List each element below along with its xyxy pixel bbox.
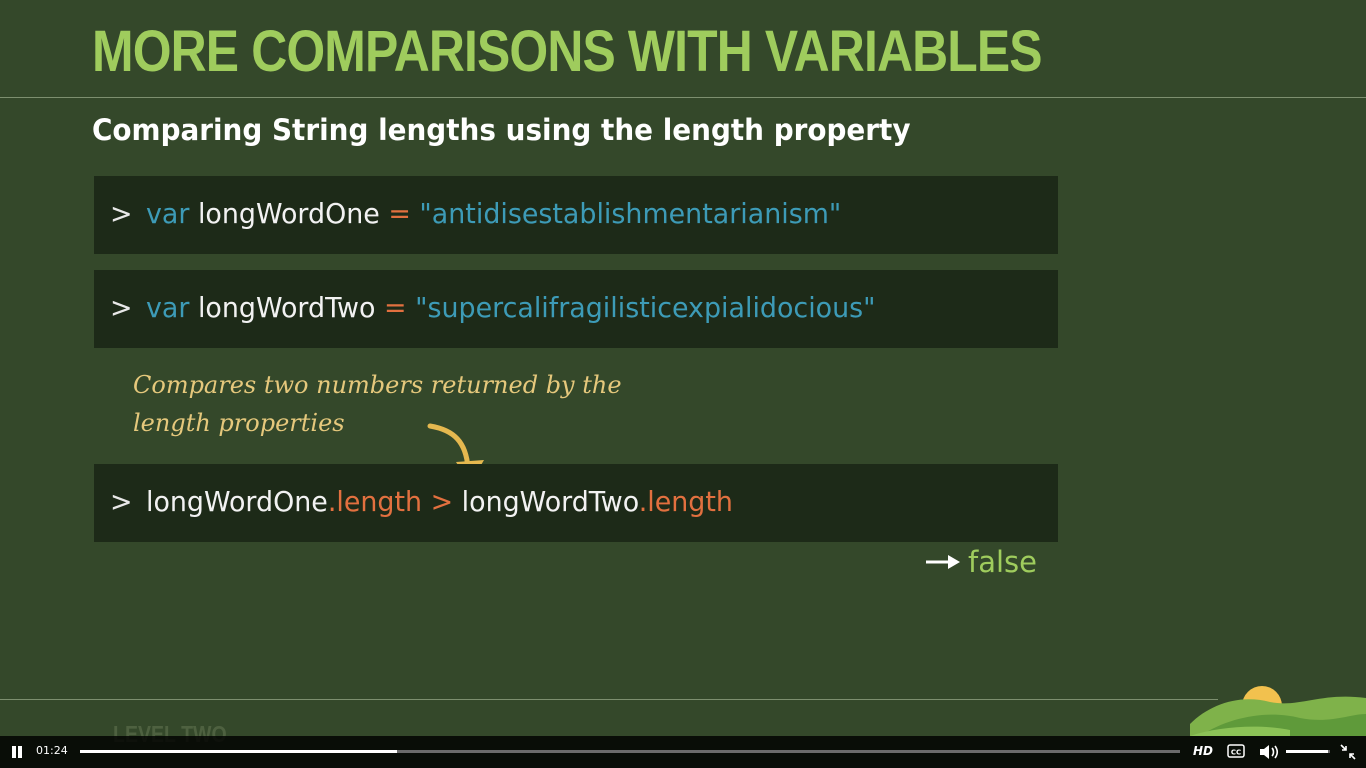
console-prompt: > [110, 291, 133, 324]
progress-fill [80, 750, 397, 753]
handwritten-annotation: Compares two numbers returned by the len… [133, 366, 653, 442]
right-property: .length [638, 485, 733, 518]
result-value: false [968, 545, 1037, 579]
footer-divider [0, 699, 1218, 700]
annotation-line-1: Compares two numbers returned by the [133, 371, 622, 399]
pause-button[interactable] [10, 745, 24, 759]
volume-slider[interactable] [1286, 750, 1330, 753]
video-player-controls: 01:24 HD CC [0, 736, 1366, 768]
volume-icon[interactable] [1258, 743, 1280, 761]
left-object: longWordOne [145, 485, 328, 518]
string-value: "antidisestablishmentarianism" [419, 197, 842, 230]
svg-text:CC: CC [1231, 749, 1241, 757]
current-time: 01:24 [36, 744, 68, 757]
assign-operator: = [388, 197, 411, 230]
annotation-line-2: length properties [133, 409, 345, 437]
title-divider [0, 97, 1366, 98]
closed-captions-icon[interactable]: CC [1227, 744, 1245, 758]
hd-button[interactable]: HD [1193, 744, 1213, 758]
right-object: longWordTwo [461, 485, 639, 518]
keyword-var: var [145, 291, 190, 324]
code-block-1: > var longWordOne = "antidisestablishment… [94, 176, 1058, 254]
string-value: "supercalifragilisticexpialidocious" [415, 291, 876, 324]
result-output: false [924, 540, 1037, 584]
code-block-2: > var longWordTwo = "supercalifragilistic… [94, 270, 1058, 348]
variable-name: longWordTwo [197, 291, 376, 324]
slide: MORE COMPARISONS WITH VARIABLES Comparin… [0, 0, 1366, 768]
keyword-var: var [145, 197, 190, 230]
slide-title: MORE COMPARISONS WITH VARIABLES [92, 19, 1043, 84]
slide-subtitle: Comparing String lengths using the lengt… [92, 113, 911, 147]
variable-name: longWordOne [197, 197, 380, 230]
assign-operator: = [384, 291, 407, 324]
code-line-1: > var longWordOne = "antidisestablishment… [110, 194, 841, 234]
code-block-3: > longWordOne.length > longWordTwo.length [94, 464, 1058, 542]
console-prompt: > [110, 197, 133, 230]
left-property: .length [327, 485, 423, 518]
code-line-3: > longWordOne.length > longWordTwo.length [110, 482, 733, 522]
volume-fill [1286, 750, 1328, 753]
progress-bar[interactable] [80, 750, 1180, 753]
console-prompt: > [110, 485, 133, 518]
exit-fullscreen-icon[interactable] [1340, 744, 1356, 760]
hills-sun-illustration-icon [1190, 686, 1366, 736]
pause-icon [12, 746, 16, 758]
comparison-operator: > [430, 485, 454, 518]
result-arrow-icon [926, 555, 960, 569]
code-line-2: > var longWordTwo = "supercalifragilistic… [110, 288, 876, 328]
